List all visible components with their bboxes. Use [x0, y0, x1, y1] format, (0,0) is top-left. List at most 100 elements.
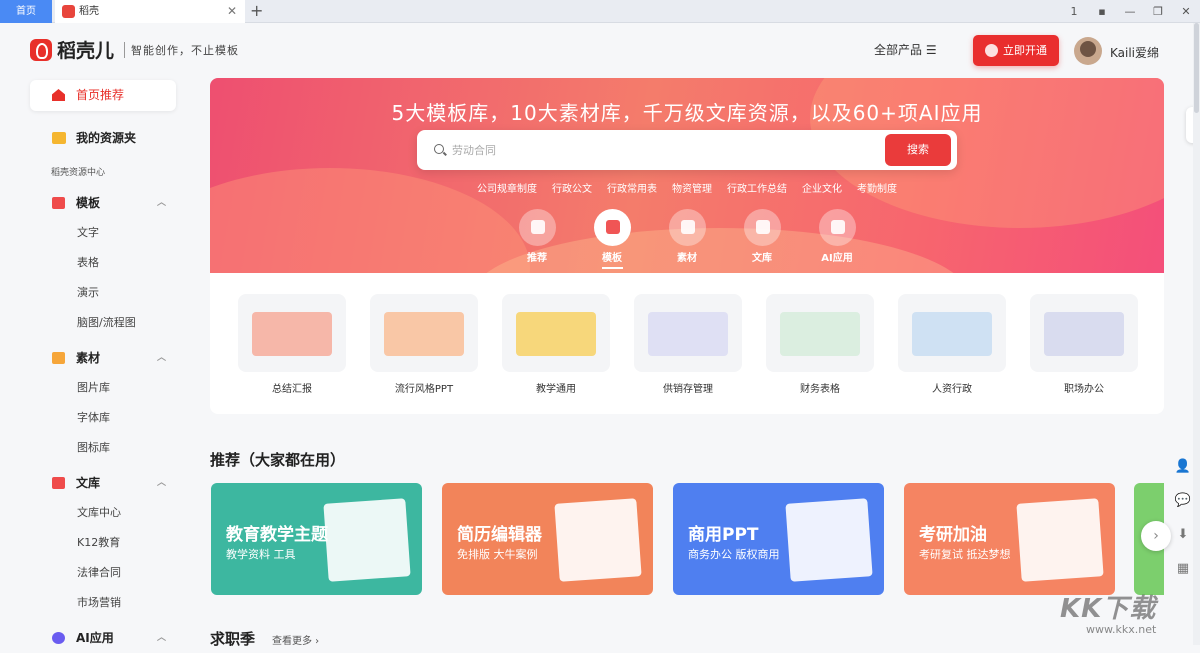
- search-button[interactable]: 搜索: [885, 134, 951, 166]
- tab-count-icon[interactable]: 1: [1060, 5, 1088, 18]
- all-products-menu[interactable]: 全部产品 ☰: [874, 41, 937, 58]
- sidebar-group-materials[interactable]: 素材 ︿: [30, 343, 176, 373]
- tab-ai[interactable]: AI应用: [818, 209, 856, 264]
- template-category-card[interactable]: 人资行政: [898, 294, 1006, 395]
- template-label: 人资行政: [932, 384, 972, 395]
- recommend-card-business-ppt[interactable]: 商用PPT 商务办公 版权商用: [673, 483, 884, 595]
- hot-keyword[interactable]: 物资管理: [672, 180, 712, 195]
- sidebar-item-word[interactable]: 文字: [30, 218, 176, 248]
- sidebar-group-templates[interactable]: 模板 ︿: [30, 188, 176, 218]
- daoke-favicon-icon: [62, 5, 75, 18]
- template-category-card[interactable]: 总结汇报: [238, 294, 346, 395]
- sidebar-item-label: 首页推荐: [76, 88, 125, 102]
- hot-keyword[interactable]: 企业文化: [802, 180, 842, 195]
- tab-materials[interactable]: 素材: [668, 209, 706, 264]
- search-box[interactable]: 劳动合同 搜索: [417, 130, 957, 170]
- template-thumbnail: [238, 294, 346, 372]
- site-logo[interactable]: 稻壳儿 智能创作，不止模板: [30, 36, 239, 63]
- recommend-card-exam[interactable]: 考研加油 考研复试 抵达梦想: [904, 483, 1115, 595]
- template-thumbnail: [898, 294, 1006, 372]
- sidebar-item-law[interactable]: 法律合同: [30, 558, 176, 588]
- watermark: KK下载 www.kkx.net: [1060, 588, 1200, 645]
- tab-title: 稻壳: [79, 6, 99, 17]
- sidebar-item-images[interactable]: 图片库: [30, 373, 176, 403]
- new-tab-button[interactable]: +: [250, 0, 263, 23]
- template-label: 流行风格PPT: [394, 384, 454, 395]
- slogan: 智能创作，不止模板: [124, 41, 239, 58]
- template-label: 供销存管理: [663, 384, 713, 395]
- minimize-icon[interactable]: —: [1116, 5, 1144, 18]
- sidebar-item-sheet[interactable]: 表格: [30, 248, 176, 278]
- sidebar-item-fonts[interactable]: 字体库: [30, 403, 176, 433]
- chevron-up-icon: ︿: [156, 198, 166, 208]
- sidebar-item-icons[interactable]: 图标库: [30, 433, 176, 463]
- sidebar-item-k12[interactable]: K12教育: [30, 528, 176, 558]
- hot-keyword[interactable]: 公司规章制度: [477, 180, 537, 195]
- watermark-url: www.kkx.net: [1086, 623, 1157, 636]
- restore-icon[interactable]: ❐: [1144, 5, 1172, 18]
- tab-home[interactable]: 首页: [0, 0, 52, 23]
- template-categories-panel: 总结汇报 流行风格PPT 教学通用 供销存管理 财务表格 人资行政 职场办公: [210, 273, 1164, 414]
- template-category-card[interactable]: 供销存管理: [634, 294, 742, 395]
- tab-templates[interactable]: 模板: [593, 209, 631, 269]
- scrollbar[interactable]: [1193, 23, 1200, 645]
- close-window-icon[interactable]: ✕: [1172, 5, 1200, 18]
- tab-daoke[interactable]: 稻壳 ✕: [55, 0, 245, 23]
- chevron-up-icon: ︿: [156, 478, 166, 488]
- card-subtitle: 免排版 大牛案例: [457, 548, 538, 561]
- template-category-card[interactable]: 流行风格PPT: [370, 294, 478, 395]
- template-list: 总结汇报 流行风格PPT 教学通用 供销存管理 财务表格 人资行政 职场办公: [238, 294, 1138, 395]
- tab-library[interactable]: 文库: [743, 209, 781, 264]
- tab-recommend[interactable]: 推荐: [518, 209, 556, 264]
- folder-icon: [52, 132, 66, 144]
- home-icon: [52, 89, 65, 101]
- search-icon: [434, 144, 444, 154]
- book-icon: [52, 477, 65, 489]
- avatar[interactable]: [1074, 37, 1102, 65]
- sidebar-group-library[interactable]: 文库 ︿: [30, 468, 176, 498]
- thumbs-up-icon: [518, 209, 556, 246]
- close-tab-icon[interactable]: ✕: [227, 0, 237, 23]
- chevron-up-icon: ︿: [156, 353, 166, 363]
- sidebar-item-my-files[interactable]: 我的资源夹: [30, 120, 176, 156]
- sidebar-item-mindmap[interactable]: 脑图/流程图: [30, 308, 176, 338]
- template-label: 总结汇报: [272, 384, 312, 395]
- hot-keyword[interactable]: 考勤制度: [857, 180, 897, 195]
- template-category-card[interactable]: 财务表格: [766, 294, 874, 395]
- ai-cube-icon: [52, 632, 65, 644]
- sidebar-item-slides[interactable]: 演示: [30, 278, 176, 308]
- recommend-card-resume[interactable]: 简历编辑器 免排版 大牛案例: [442, 483, 653, 595]
- sidebar-item-marketing[interactable]: 市场营销: [30, 588, 176, 618]
- flame-icon: [985, 44, 998, 57]
- sidebar-group-ai[interactable]: AI应用 ︿: [30, 623, 176, 653]
- browser-tabbar: 首页 稻壳 ✕ + 1 ▪ — ❐ ✕: [0, 0, 1200, 23]
- top-header: 稻壳儿 智能创作，不止模板 全部产品 ☰ 立即开通 Kaili爱绵: [0, 23, 1180, 77]
- tab-label: 素材: [677, 253, 697, 264]
- card-illustration: [323, 498, 411, 582]
- sidebar-item-library-center[interactable]: 文库中心: [30, 498, 176, 528]
- daoke-logo-icon: [30, 38, 52, 61]
- sidebar-group-label: 文库: [76, 476, 101, 490]
- sidebar-group-label: 模板: [76, 196, 101, 210]
- profile-icon[interactable]: ▪: [1088, 5, 1116, 18]
- sidebar-item-home[interactable]: 首页推荐: [30, 80, 176, 111]
- scrollbar-thumb[interactable]: [1194, 23, 1199, 113]
- hot-keywords: 公司规章制度 行政公文 行政常用表 物资管理 行政工作总结 企业文化 考勤制度: [210, 180, 1164, 195]
- hot-keyword[interactable]: 行政常用表: [607, 180, 657, 195]
- hot-keyword[interactable]: 行政工作总结: [727, 180, 787, 195]
- recommend-card-education[interactable]: 教育教学主题 教学资料 工具: [211, 483, 422, 595]
- jobs-section-title: 求职季: [210, 630, 256, 648]
- carousel-next-button[interactable]: ›: [1141, 521, 1171, 551]
- hot-keyword[interactable]: 行政公文: [552, 180, 592, 195]
- username[interactable]: Kaili爱绵: [1110, 44, 1159, 61]
- recommend-section-title: 推荐（大家都在用）: [210, 451, 346, 469]
- card-subtitle: 教学资料 工具: [226, 548, 296, 561]
- template-thumbnail: [370, 294, 478, 372]
- watermark-logo: KK下载: [1060, 594, 1157, 624]
- template-category-card[interactable]: 职场办公: [1030, 294, 1138, 395]
- card-illustration: [1016, 498, 1104, 582]
- ai-cube-icon: [818, 209, 856, 246]
- search-input[interactable]: 劳动合同: [452, 142, 496, 158]
- open-membership-button[interactable]: 立即开通: [973, 35, 1059, 66]
- template-category-card[interactable]: 教学通用: [502, 294, 610, 395]
